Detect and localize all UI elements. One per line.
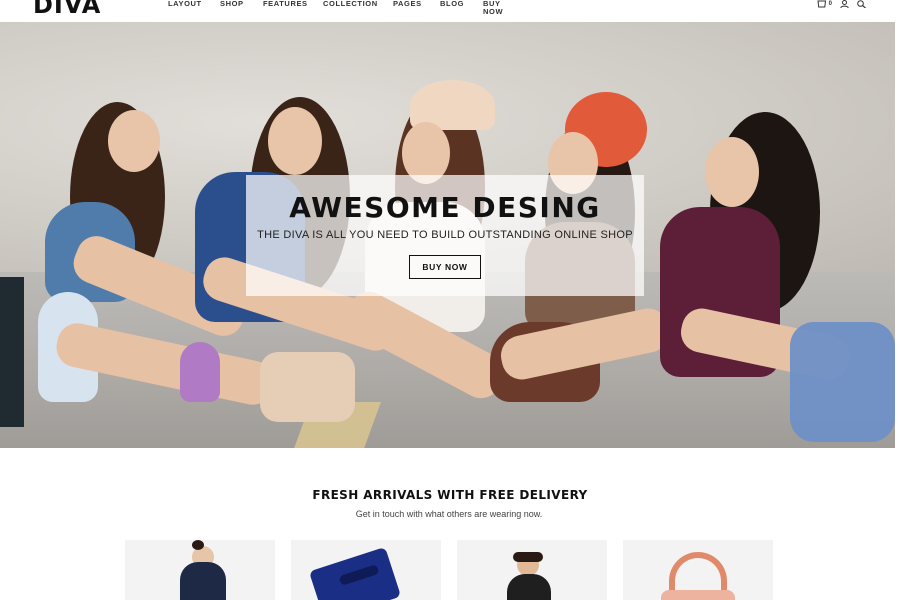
section-subtitle: Get in touch with what others are wearin… xyxy=(355,509,543,519)
nav-item-shop[interactable]: SHOP xyxy=(220,0,244,8)
product-grid xyxy=(125,540,775,600)
section-title: FRESH ARRIVALS WITH FREE DELIVERY xyxy=(312,488,588,502)
product-image-man-hair xyxy=(513,552,543,562)
cart-button[interactable]: 0 xyxy=(817,0,832,13)
product-image-person-top xyxy=(180,562,226,600)
denim-jacket xyxy=(790,322,895,442)
product-card[interactable] xyxy=(623,540,773,600)
handbag xyxy=(260,352,355,422)
product-image-person-hair xyxy=(192,540,204,550)
product-image-man-top xyxy=(507,574,551,600)
search-icon[interactable] xyxy=(857,0,866,13)
site-header: DIVA LAYOUT SHOP FEATURES COLLECTION PAG… xyxy=(0,0,900,22)
black-bag xyxy=(0,277,24,427)
nav-item-collection[interactable]: COLLECTION xyxy=(323,0,378,8)
nav-item-features[interactable]: FEATURES xyxy=(263,0,308,8)
cart-count: 0 xyxy=(828,1,832,7)
header-icons: 0 xyxy=(817,0,866,9)
hero-subtitle: THE DIVA IS ALL YOU NEED TO BUILD OUTSTA… xyxy=(257,229,633,241)
nav-item-layout[interactable]: LAYOUT xyxy=(168,0,202,8)
product-card[interactable] xyxy=(457,540,607,600)
site-logo[interactable]: DIVA xyxy=(33,0,101,19)
cart-icon xyxy=(817,0,827,13)
user-icon[interactable] xyxy=(840,0,849,13)
nav-item-buy-now[interactable]: BUY NOW xyxy=(483,0,503,16)
nav-item-blog[interactable]: BLOG xyxy=(440,0,464,8)
product-image-bag-body xyxy=(661,590,735,600)
hero-buy-now-button[interactable]: BUY NOW xyxy=(409,255,481,279)
nav-item-pages[interactable]: PAGES xyxy=(393,0,422,8)
product-card[interactable] xyxy=(291,540,441,600)
person-2-shorts xyxy=(180,342,220,402)
person-2-face xyxy=(268,107,322,175)
hero-banner: AWESOME DESING THE DIVA IS ALL YOU NEED … xyxy=(0,22,895,448)
person-5-face xyxy=(705,137,759,207)
hero-title: AWESOME DESING xyxy=(289,191,601,224)
person-1-face xyxy=(108,110,160,172)
hero-overlay: AWESOME DESING THE DIVA IS ALL YOU NEED … xyxy=(246,175,644,296)
product-card[interactable] xyxy=(125,540,275,600)
